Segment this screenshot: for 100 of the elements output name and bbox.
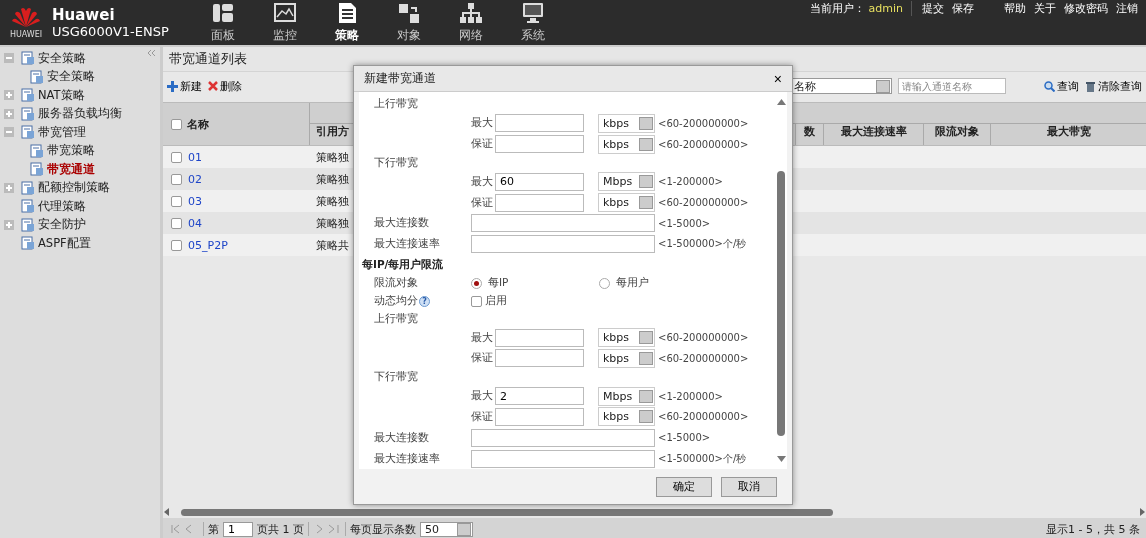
scroll-up-icon[interactable] bbox=[776, 98, 786, 105]
unit-select[interactable]: kbps bbox=[598, 407, 655, 427]
expand-icon[interactable] bbox=[4, 108, 14, 119]
squares-icon bbox=[397, 1, 421, 24]
channel-link[interactable]: 04 bbox=[188, 216, 202, 230]
header-link[interactable]: 注销 bbox=[1112, 0, 1142, 16]
table-cell-text: 策略共 bbox=[315, 237, 349, 253]
input-field[interactable] bbox=[495, 114, 584, 133]
page-size-select[interactable]: 50 bbox=[420, 521, 473, 537]
add-button[interactable]: 新建 bbox=[167, 78, 202, 94]
table-cell-text: 策略独 bbox=[315, 215, 349, 231]
input-field[interactable]: 60 bbox=[495, 172, 584, 191]
tree-item[interactable]: 代理策略 bbox=[38, 198, 86, 214]
confirm-button[interactable]: 确定 bbox=[656, 476, 712, 497]
page-total: 页共 1 页 bbox=[257, 521, 304, 537]
row-checkbox[interactable] bbox=[171, 239, 182, 251]
header-link[interactable]: 帮助 bbox=[1000, 0, 1030, 16]
delete-button[interactable]: 删除 bbox=[208, 78, 242, 94]
column-header: 名称 bbox=[187, 116, 209, 132]
scroll-down-icon[interactable] bbox=[776, 456, 786, 463]
tree-item[interactable]: 安全策略 bbox=[38, 50, 86, 66]
nav-tab[interactable]: 对象 bbox=[397, 26, 421, 44]
search-field[interactable]: 请输入通道名称 bbox=[898, 78, 1006, 94]
field-label: 最大 bbox=[471, 389, 494, 404]
nav-tab[interactable]: 策略 bbox=[335, 26, 359, 44]
checkbox[interactable] bbox=[471, 295, 482, 307]
tree-item[interactable]: ASPF配置 bbox=[38, 235, 91, 251]
row-checkbox[interactable] bbox=[171, 217, 182, 229]
tree-item[interactable]: NAT策略 bbox=[38, 87, 85, 103]
radio-label: 每IP bbox=[488, 276, 509, 291]
header-link[interactable]: 保存 bbox=[948, 0, 978, 16]
scrollbar-thumb[interactable] bbox=[181, 508, 833, 516]
unit-select[interactable]: kbps bbox=[598, 328, 655, 347]
row-checkbox[interactable] bbox=[171, 195, 182, 207]
help-icon[interactable]: ? bbox=[419, 295, 430, 307]
expand-icon[interactable] bbox=[4, 219, 14, 230]
tree-item[interactable]: 带宽通道 bbox=[47, 161, 95, 177]
page-input[interactable]: 1 bbox=[223, 521, 253, 537]
channel-link[interactable]: 02 bbox=[188, 172, 202, 186]
expand-icon[interactable] bbox=[4, 90, 14, 101]
input-field[interactable] bbox=[495, 349, 584, 368]
column-header: 引用方 bbox=[316, 124, 349, 139]
input-field[interactable] bbox=[495, 328, 584, 347]
field-label: 最大连接数 bbox=[374, 216, 430, 231]
unit-select[interactable]: Mbps bbox=[598, 386, 655, 406]
input-field[interactable] bbox=[471, 235, 655, 254]
scrollbar-thumb[interactable] bbox=[777, 171, 785, 436]
tree-item[interactable]: 安全防护 bbox=[38, 217, 86, 233]
nav-tab[interactable]: 面板 bbox=[211, 26, 235, 44]
column-header: 限流对象 bbox=[935, 124, 979, 139]
scroll-left-icon[interactable] bbox=[163, 508, 171, 516]
field-label: 保证 bbox=[471, 409, 494, 424]
trash-icon bbox=[1085, 80, 1096, 92]
field-label: 限流对象 bbox=[374, 276, 419, 291]
range-hint: <60-200000000> bbox=[658, 117, 749, 129]
clear-search-button[interactable]: 清除查询 bbox=[1085, 78, 1142, 94]
tree-item[interactable]: 安全策略 bbox=[47, 69, 95, 85]
input-field[interactable] bbox=[495, 407, 584, 426]
input-field[interactable]: 2 bbox=[495, 387, 584, 406]
unit-select[interactable]: kbps bbox=[598, 348, 655, 368]
header-link[interactable]: 修改密码 bbox=[1060, 0, 1112, 16]
unit-select[interactable]: Mbps bbox=[598, 172, 655, 192]
expand-icon[interactable] bbox=[4, 182, 14, 193]
cancel-button[interactable]: 取消 bbox=[721, 476, 777, 497]
input-field[interactable] bbox=[471, 214, 655, 233]
channel-link[interactable]: 03 bbox=[188, 194, 202, 208]
scroll-right-icon[interactable] bbox=[1138, 508, 1146, 516]
tree-item[interactable]: 带宽策略 bbox=[47, 143, 95, 159]
collapse-icon[interactable] bbox=[147, 49, 156, 57]
tree-item[interactable]: 服务器负载均衡 bbox=[38, 106, 122, 122]
unit-select[interactable]: kbps bbox=[598, 113, 655, 133]
page-size-label: 每页显示条数 bbox=[350, 521, 416, 537]
nav-tab[interactable]: 网络 bbox=[459, 26, 483, 44]
tree-item[interactable]: 配额控制策略 bbox=[38, 180, 110, 196]
field-label: 下行带宽 bbox=[374, 155, 418, 170]
unit-select[interactable]: kbps bbox=[598, 134, 655, 154]
table-cell-text: 策略独 bbox=[315, 171, 349, 187]
field-label: 上行带宽 bbox=[374, 97, 418, 112]
channel-link[interactable]: 05_P2P bbox=[188, 238, 228, 252]
user-name: admin bbox=[867, 1, 904, 15]
document-icon bbox=[30, 143, 44, 158]
input-field[interactable] bbox=[471, 449, 655, 468]
close-button[interactable]: × bbox=[773, 70, 782, 87]
channel-link[interactable]: 01 bbox=[188, 150, 202, 164]
row-checkbox[interactable] bbox=[171, 173, 182, 185]
header-link[interactable]: 提交 bbox=[918, 0, 948, 16]
header-link[interactable]: 关于 bbox=[1030, 0, 1060, 16]
field-label: 动态均分 bbox=[374, 294, 418, 309]
monitor-icon bbox=[521, 1, 545, 24]
search-button[interactable]: 查询 bbox=[1044, 78, 1079, 94]
column-header: 数 bbox=[804, 124, 815, 139]
row-checkbox[interactable] bbox=[171, 151, 182, 163]
nav-tab[interactable]: 监控 bbox=[273, 26, 297, 44]
select-all-checkbox[interactable] bbox=[171, 118, 182, 130]
tree-item[interactable]: 带宽管理 bbox=[38, 124, 86, 140]
nav-tab[interactable]: 系统 bbox=[521, 26, 545, 44]
unit-select[interactable]: kbps bbox=[598, 193, 655, 213]
input-field[interactable] bbox=[495, 193, 584, 212]
input-field[interactable] bbox=[471, 428, 655, 447]
input-field[interactable] bbox=[495, 135, 584, 154]
